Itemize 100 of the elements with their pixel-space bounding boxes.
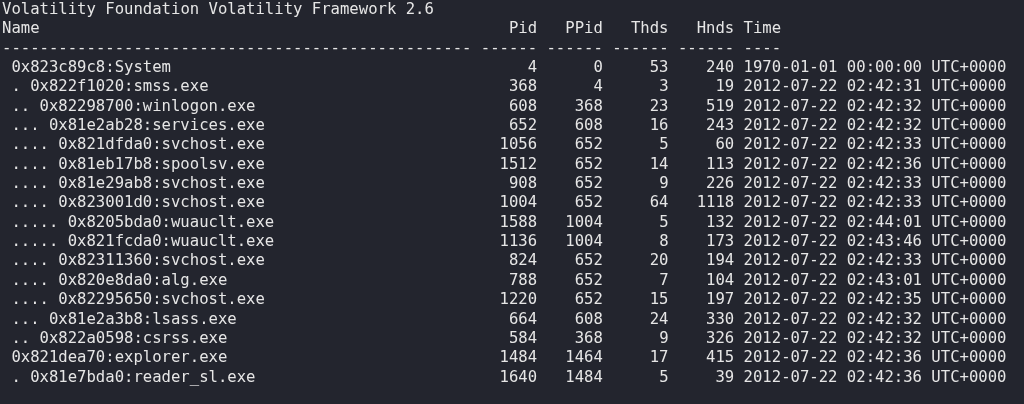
table-cell-text: . 0x822f1020:smss.exe: [10, 77, 210, 97]
table-cell-text: 788: [507, 270, 538, 291]
table-cell-text: 0: [592, 58, 603, 78]
table-cell-text: .. 0x82298700:winlogon.exe: [10, 96, 257, 117]
table-cell-text: 7: [658, 270, 669, 291]
table-cell: 1970-01-01 00:00:00 UTC+0000: [743, 58, 1007, 78]
table-cell-text: 652: [573, 135, 603, 155]
table-cell-text: 197: [705, 290, 735, 310]
table-cell-text: 1136: [498, 232, 538, 252]
table-cell-text: 23: [648, 96, 669, 117]
header-underline: ------: [677, 38, 735, 59]
table-cell-text: 0x821dea70:explorer.exe: [10, 348, 229, 368]
table-cell: 2012-07-22 02:42:33 UTC+0000: [743, 135, 1007, 155]
table-cell: 2012-07-22 02:42:32 UTC+0000: [743, 309, 1007, 329]
table-cell-text: 8: [658, 232, 669, 252]
terminal-text: Volatility Foundation Volatility Framework 2.6: [2, 0, 434, 20]
table-cell-text: 1004: [564, 212, 603, 233]
table-cell: 2012-07-22 02:42:36 UTC+0000: [743, 348, 1007, 368]
column-header: Pid: [507, 19, 538, 39]
table-cell: 2012-07-22 02:44:01 UTC+0000: [743, 212, 1007, 233]
table-cell-text: 608: [573, 116, 603, 136]
table-cell-text: 908: [507, 174, 538, 194]
table-cell-text: 0x823c89c8:System: [10, 58, 172, 78]
table-cell-text: .... 0x81e29ab8:svchost.exe: [10, 174, 266, 194]
table-cell-text: 3: [658, 77, 669, 97]
table-cell-text: 652: [573, 193, 603, 213]
table-cell-text: 608: [573, 309, 603, 329]
table-cell: 2012-07-22 02:42:33 UTC+0000: [743, 251, 1007, 271]
table-cell-text: 53: [648, 58, 669, 78]
table-cell: 2012-07-22 02:42:36 UTC+0000: [743, 154, 1007, 175]
header-underline: --------------------------------------------------: [2, 38, 472, 59]
table-cell-text: 608: [507, 96, 538, 117]
table-cell-text: 1464: [564, 348, 603, 368]
table-cell-text: .... 0x823001d0:svchost.exe: [10, 193, 266, 213]
table-cell-text: 519: [705, 96, 735, 117]
table-cell-text: 17: [648, 348, 669, 368]
table-cell-text: 24: [648, 309, 669, 329]
table-cell-text: 368: [573, 328, 603, 349]
table-cell-text: 1056: [498, 135, 538, 155]
table-cell-text: 1512: [498, 154, 538, 175]
table-cell-text: 64: [648, 193, 669, 213]
column-header: Time: [743, 19, 782, 39]
table-cell-text: 173: [705, 232, 735, 252]
table-cell-text: 5: [658, 212, 669, 233]
table-cell-text: 4: [592, 77, 603, 97]
table-cell-text: 16: [648, 116, 669, 136]
table-cell-text: 584: [507, 328, 538, 349]
table-cell: 2012-07-22 02:43:46 UTC+0000: [743, 232, 1007, 252]
table-cell-text: 1004: [498, 193, 538, 213]
table-cell: 2012-07-22 02:42:33 UTC+0000: [743, 174, 1007, 194]
table-cell: 2012-07-22 02:42:32 UTC+0000: [743, 328, 1007, 349]
table-cell-text: 194: [705, 251, 735, 271]
table-cell-text: 368: [507, 77, 538, 97]
table-cell-text: .... 0x82311360:svchost.exe: [10, 251, 266, 271]
column-header: Name: [2, 19, 41, 39]
header-underline: ------: [612, 38, 669, 59]
header-underline: ------: [480, 38, 538, 59]
table-cell: 2012-07-22 02:42:36 UTC+0000: [743, 367, 1007, 387]
column-header: PPid: [564, 19, 603, 39]
table-cell-text: 652: [573, 174, 603, 194]
table-cell-text: .... 0x821dfda0:svchost.exe: [10, 135, 266, 155]
table-cell-text: 1588: [498, 212, 538, 233]
table-cell-text: 4: [526, 58, 538, 78]
table-cell-text: 652: [573, 154, 603, 175]
table-cell: 2012-07-22 02:43:01 UTC+0000: [743, 270, 1007, 291]
table-cell-text: .... 0x81eb17b8:spoolsv.exe: [10, 154, 266, 175]
table-cell-text: 15: [648, 290, 669, 310]
table-cell-text: ... 0x81e2ab28:services.exe: [10, 116, 266, 136]
table-cell-text: 664: [507, 309, 538, 329]
table-cell-text: 132: [705, 212, 735, 233]
table-cell: 2012-07-22 02:42:35 UTC+0000: [743, 290, 1007, 310]
table-cell-text: 824: [507, 251, 538, 271]
table-cell-text: 243: [705, 116, 735, 136]
table-cell-text: ... 0x81e2a3b8:lsass.exe: [10, 309, 238, 329]
table-cell-text: .... 0x820e8da0:alg.exe: [10, 270, 229, 291]
table-cell-text: . 0x81e7bda0:reader_sl.exe: [10, 367, 257, 387]
table-cell-text: 368: [573, 96, 603, 117]
table-cell: 2012-07-22 02:42:32 UTC+0000: [743, 116, 1007, 136]
column-header: Hnds: [695, 19, 735, 39]
table-cell-text: 652: [573, 290, 603, 310]
table-cell-text: 14: [648, 154, 669, 175]
table-cell-text: 5: [658, 135, 669, 155]
table-cell-text: .... 0x82295650:svchost.exe: [10, 290, 266, 310]
table-cell: 2012-07-22 02:42:33 UTC+0000: [743, 193, 1007, 213]
table-cell-text: .. 0x822a0598:csrss.exe: [10, 328, 229, 349]
table-cell-text: 1118: [695, 193, 735, 213]
table-cell-text: 652: [507, 116, 538, 136]
header-underline: ----: [743, 38, 782, 59]
table-cell-text: 652: [573, 270, 603, 291]
table-cell-text: ..... 0x821fcda0:wuauclt.exe: [10, 232, 276, 252]
table-cell-text: 39: [714, 367, 735, 387]
table-cell-text: 240: [705, 58, 735, 78]
table-cell-text: ..... 0x8205bda0:wuauclt.exe: [10, 212, 276, 233]
table-cell-text: 9: [658, 328, 669, 349]
table-cell-text: 1484: [564, 367, 603, 387]
table-cell-text: 9: [658, 174, 669, 194]
table-cell-text: 415: [705, 348, 735, 368]
table-cell-text: 1484: [498, 348, 538, 368]
header-underline: ------: [546, 38, 603, 59]
table-cell-text: 1004: [564, 232, 603, 252]
